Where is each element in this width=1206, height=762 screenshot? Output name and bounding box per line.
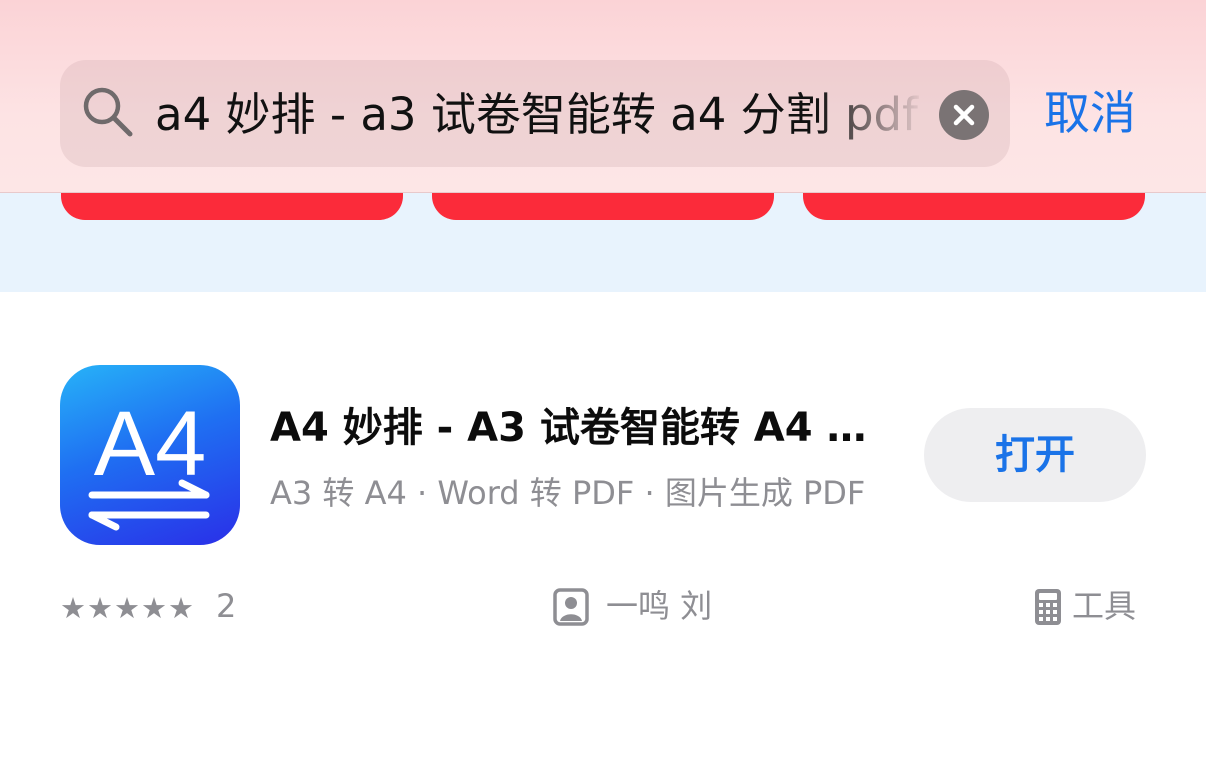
person-icon	[553, 588, 589, 630]
app-subtitle: A3 转 A4 · Word 转 PDF · 图片生成 PDF	[270, 474, 866, 512]
cancel-button[interactable]: 取消	[1044, 80, 1136, 146]
category-name[interactable]: 工具	[1072, 584, 1136, 628]
app-title[interactable]: A4 妙排 - A3 试卷智能转 A4 分割 PDF	[270, 396, 890, 460]
developer-name[interactable]: 一鸣 刘	[606, 584, 712, 628]
search-header: a4 妙排 - a3 试卷智能转 a4 分割 pdf 取消	[0, 0, 1206, 193]
open-button[interactable]: 打开	[924, 408, 1146, 502]
search-icon	[80, 84, 136, 140]
rating-stars: ★★★★★	[60, 591, 195, 625]
clear-icon	[953, 104, 975, 126]
app-store-search-screen: a4 妙排 - a3 试卷智能转 a4 分割 pdf 取消 A4 A4 妙排 -…	[0, 0, 1206, 762]
search-input[interactable]: a4 妙排 - a3 试卷智能转 a4 分割 pdf	[155, 80, 925, 150]
clear-search-button[interactable]	[939, 90, 989, 140]
rating-count: 2	[216, 587, 237, 625]
app-icon[interactable]: A4	[60, 365, 240, 545]
calculator-icon	[1034, 588, 1062, 630]
app-icon-label: A4	[94, 393, 207, 495]
